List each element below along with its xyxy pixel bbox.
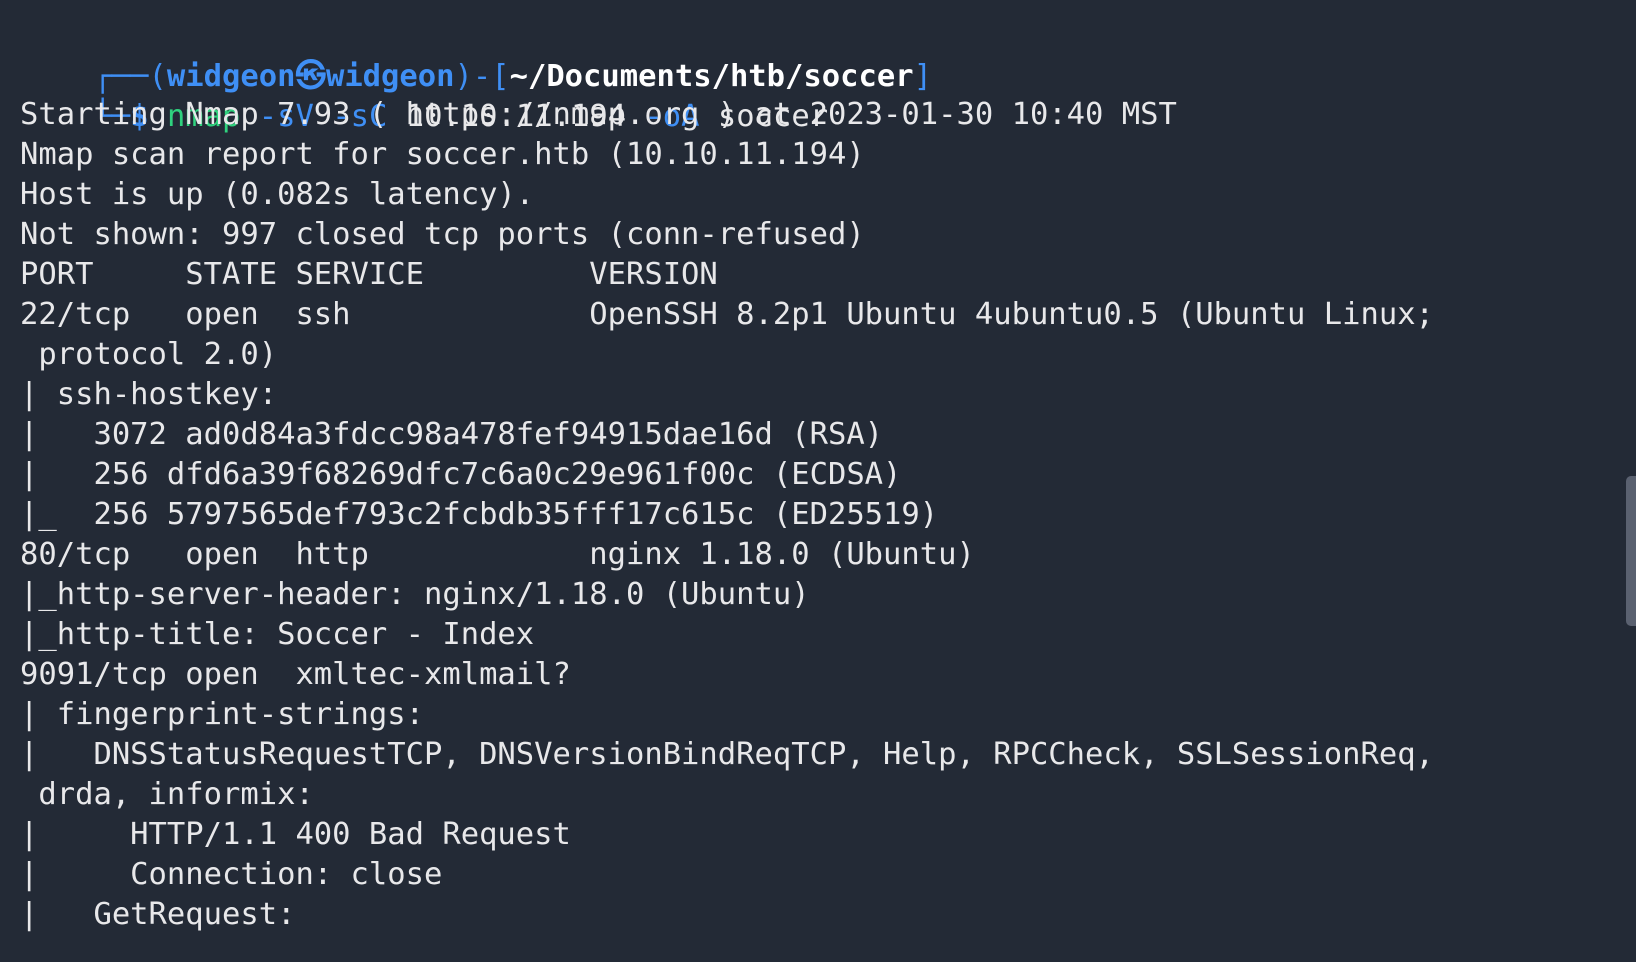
prompt-close: ] (913, 59, 932, 94)
output-line: Not shown: 997 closed tcp ports (conn-re… (20, 217, 865, 252)
output-line: | fingerprint-strings: (20, 697, 424, 732)
output-line: |_ 256 5797565def793c2fcbdb35fff17c615c … (20, 497, 939, 532)
command-line[interactable]: └─$ nmap -sV -sC 10.10.11.194 -oA soccer (20, 54, 828, 134)
prompt-line-1: ┌──(widgeon㉿widgeon)-[~/Documents/htb/so… (20, 14, 932, 94)
output-line: | ssh-hostkey: (20, 377, 278, 412)
output-line: Nmap scan report for soccer.htb (10.10.1… (20, 137, 865, 172)
output-line: | 3072 ad0d84a3fdcc98a478fef94915dae16d … (20, 417, 884, 452)
output-line: | 256 dfd6a39f68269dfc7c6a0c29e961f00c (… (20, 457, 902, 492)
output-line: |_http-title: Soccer - Index (20, 617, 535, 652)
output-line: PORT STATE SERVICE VERSION (20, 257, 718, 292)
output-line: Starting Nmap 7.93 ( https://nmap.org ) … (20, 97, 1177, 132)
output-line: | HTTP/1.1 400 Bad Request (20, 817, 571, 852)
output-line: | Connection: close (20, 857, 443, 892)
terminal-window[interactable]: ┌──(widgeon㉿widgeon)-[~/Documents/htb/so… (0, 0, 1636, 962)
output-line: | DNSStatusRequestTCP, DNSVersionBindReq… (20, 737, 1434, 772)
output-line: 9091/tcp open xmltec-xmlmail? (20, 657, 571, 692)
vertical-scrollbar[interactable] (1626, 476, 1636, 626)
output-line: 22/tcp open ssh OpenSSH 8.2p1 Ubuntu 4ub… (20, 297, 1434, 332)
output-line: 80/tcp open http nginx 1.18.0 (Ubuntu) (20, 537, 975, 572)
output-line: protocol 2.0) (20, 337, 278, 372)
output-line: |_http-server-header: nginx/1.18.0 (Ubun… (20, 577, 810, 612)
output-line: | GetRequest: (20, 897, 296, 932)
output-line: drda, informix: (20, 777, 314, 812)
output-line: Host is up (0.082s latency). (20, 177, 535, 212)
